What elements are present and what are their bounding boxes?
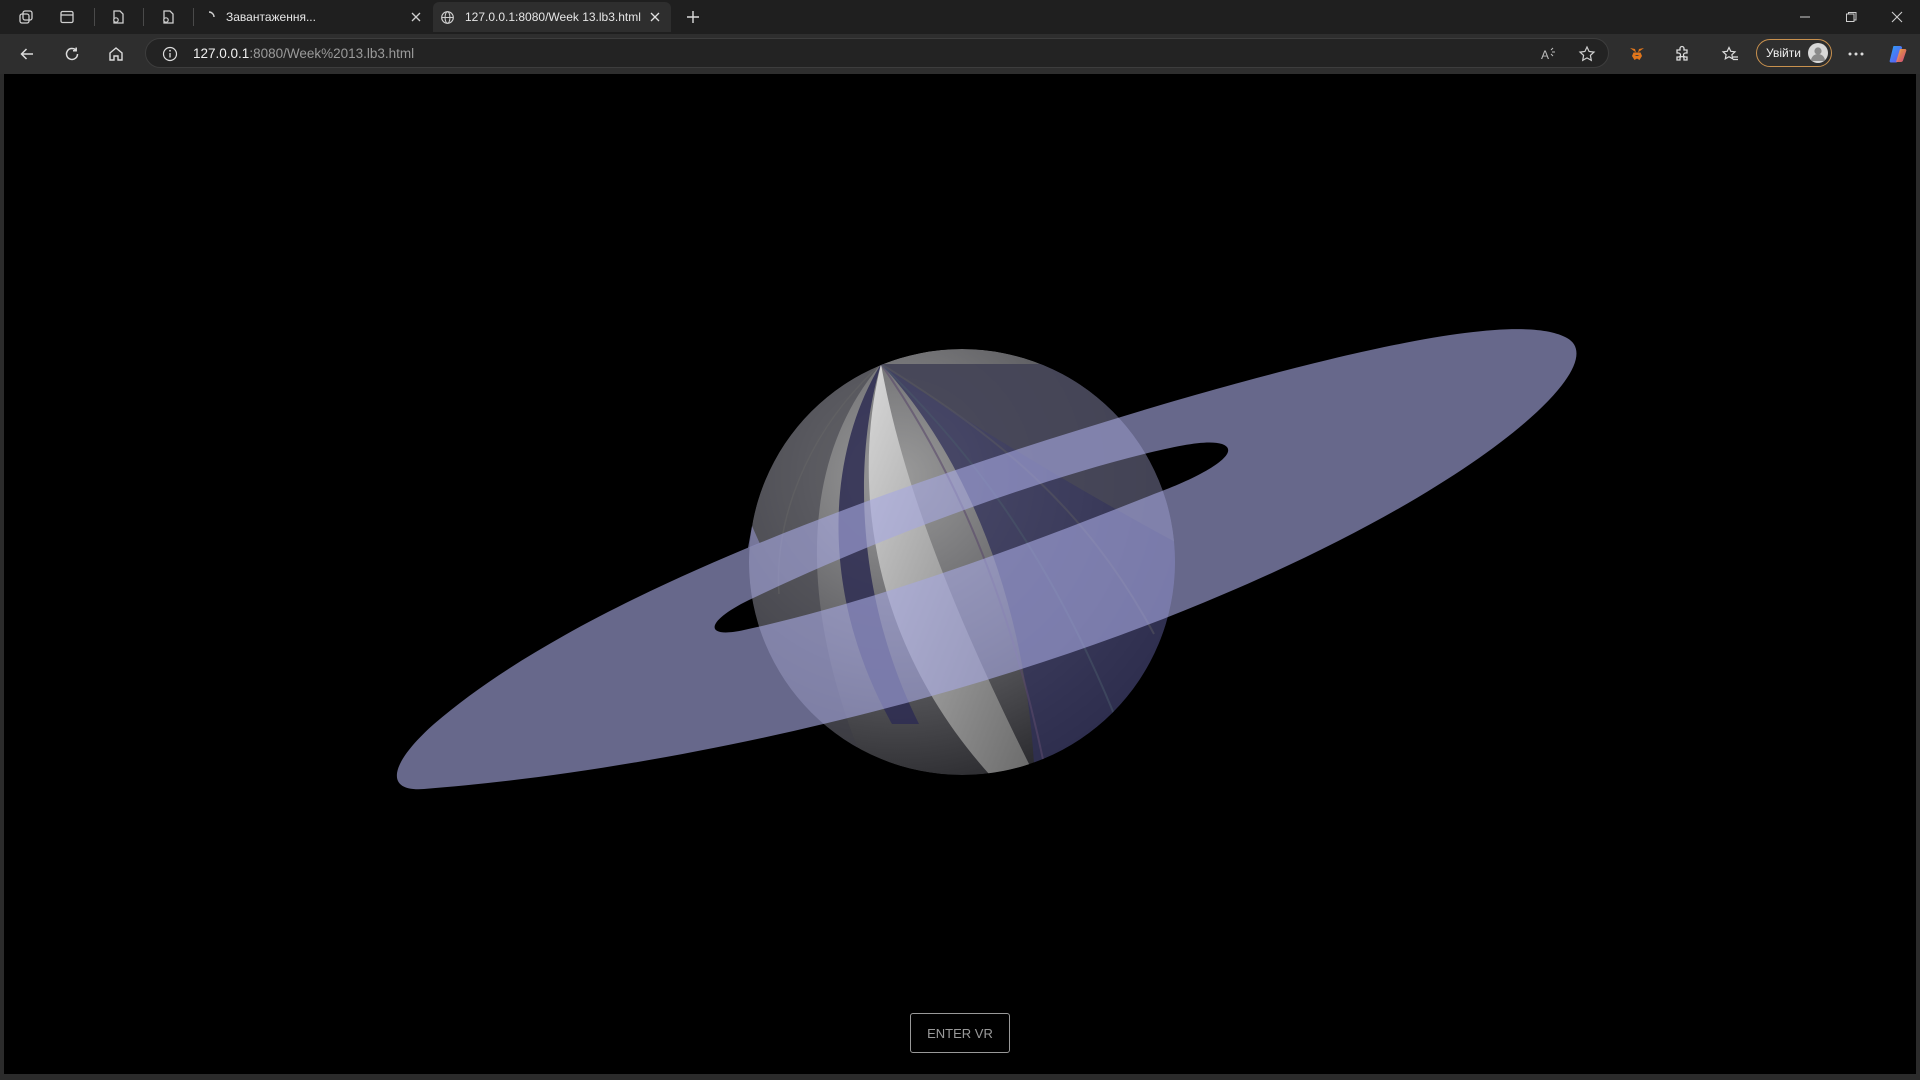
home-icon[interactable] — [102, 40, 130, 68]
globe-icon — [436, 6, 458, 28]
tab-downloading[interactable]: Завантаження... — [196, 2, 430, 32]
address-bar[interactable]: 127.0.0.1:8080/Week%2013.lb3.html A — [145, 38, 1609, 68]
avatar — [1808, 43, 1828, 63]
tab-title: 127.0.0.1:8080/Week 13.lb3.html — [465, 10, 641, 24]
info-icon[interactable] — [159, 43, 181, 65]
refresh-icon[interactable] — [58, 40, 86, 68]
webgl-viewport[interactable]: ENTER VR — [4, 74, 1916, 1074]
window-close-icon[interactable] — [1874, 0, 1920, 34]
tab-actions-icon[interactable] — [56, 6, 78, 28]
new-tab-icon[interactable] — [682, 6, 704, 28]
minimize-icon[interactable] — [1782, 0, 1828, 34]
metamask-icon[interactable] — [1623, 40, 1651, 68]
loading-icon — [198, 6, 220, 28]
extensions-icon[interactable] — [1668, 40, 1696, 68]
favorites-icon[interactable] — [1716, 40, 1744, 68]
tab-separator — [193, 8, 194, 26]
close-icon[interactable] — [647, 9, 663, 25]
workspaces-icon[interactable] — [15, 6, 37, 28]
enter-vr-button[interactable]: ENTER VR — [910, 1013, 1010, 1053]
back-icon[interactable] — [13, 40, 41, 68]
url-host: 127.0.0.1 — [193, 46, 250, 61]
sign-in-button[interactable]: Увійти — [1756, 39, 1832, 67]
sign-in-label: Увійти — [1766, 46, 1801, 60]
tab-separator — [94, 8, 95, 26]
scene-canvas[interactable] — [4, 74, 1916, 1074]
copilot-icon[interactable] — [1884, 40, 1912, 68]
navigation-toolbar: 127.0.0.1:8080/Week%2013.lb3.html A Увій… — [0, 34, 1920, 74]
url-text[interactable]: 127.0.0.1:8080/Week%2013.lb3.html — [193, 46, 414, 61]
svg-text:A: A — [1541, 48, 1549, 62]
close-icon[interactable] — [408, 9, 424, 25]
url-path: :8080/Week%2013.lb3.html — [249, 46, 415, 61]
more-icon[interactable] — [1842, 40, 1870, 68]
tab-separator — [143, 8, 144, 26]
window-bottom-edge — [0, 1074, 1920, 1080]
tab-title: Завантаження... — [226, 10, 316, 24]
tab-strip: Завантаження... 127.0.0.1:8080/Week 13.l… — [0, 0, 1920, 34]
favorite-star-icon[interactable] — [1576, 43, 1598, 65]
tab-active[interactable]: 127.0.0.1:8080/Week 13.lb3.html — [433, 2, 671, 32]
browser-window: Завантаження... 127.0.0.1:8080/Week 13.l… — [0, 0, 1920, 1080]
collection-icon[interactable] — [107, 6, 129, 28]
page-icon[interactable] — [157, 6, 179, 28]
read-aloud-icon[interactable]: A — [1538, 43, 1560, 65]
restore-icon[interactable] — [1828, 0, 1874, 34]
